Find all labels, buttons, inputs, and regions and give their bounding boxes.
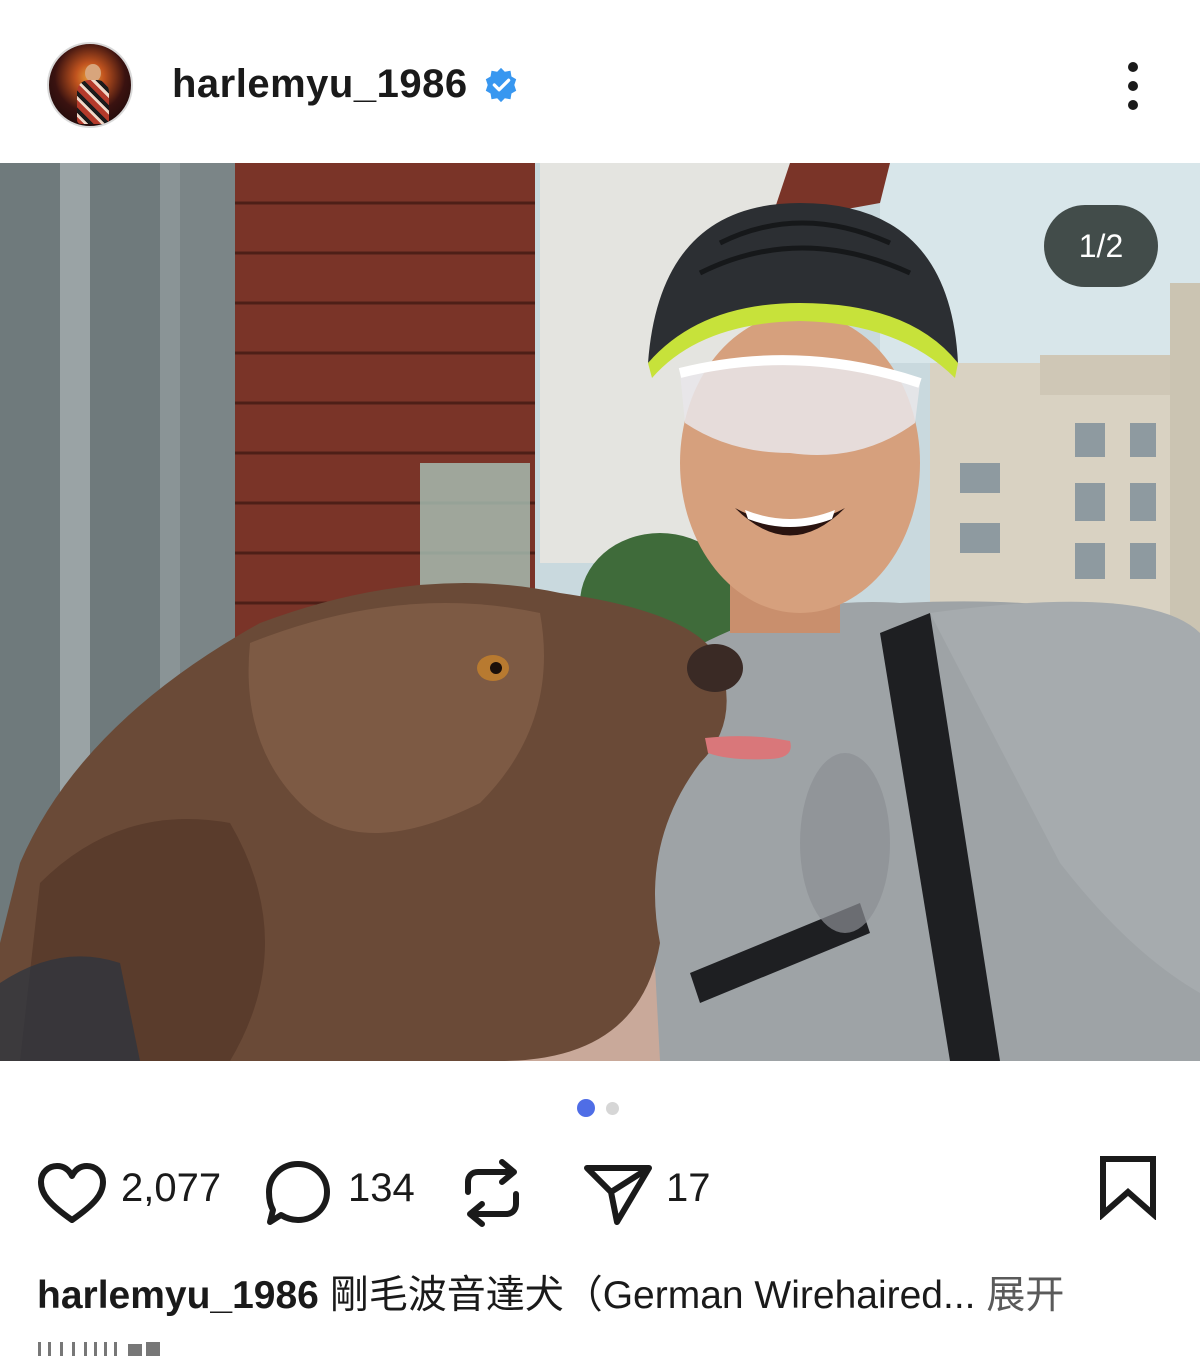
- post-username[interactable]: harlemyu_1986: [172, 62, 468, 107]
- carousel-indicator: [0, 1098, 1200, 1118]
- bookmark-icon[interactable]: [1098, 1154, 1158, 1220]
- more-options-icon[interactable]: [1118, 58, 1150, 114]
- profile-avatar[interactable]: [47, 42, 133, 128]
- carousel-dot[interactable]: [606, 1102, 619, 1115]
- verified-badge-icon: [485, 67, 517, 103]
- send-icon[interactable]: [583, 1160, 653, 1226]
- comment-bubble-icon[interactable]: [264, 1158, 334, 1228]
- post-caption: harlemyu_1986 剛毛波音達犬（German Wirehaired..…: [37, 1264, 1177, 1320]
- repost-icon[interactable]: [460, 1156, 524, 1230]
- carousel-dot-active[interactable]: [577, 1099, 595, 1117]
- post-header: harlemyu_1986: [0, 0, 1200, 163]
- avatar-figure: [77, 80, 109, 124]
- caption-text: 剛毛波音達犬（German Wirehaired...: [329, 1274, 976, 1317]
- slide-counter: 1/2: [1044, 205, 1158, 287]
- heart-outline-icon[interactable]: [37, 1162, 107, 1226]
- comments-count: 134: [348, 1166, 415, 1210]
- photo-illustration: [0, 163, 1200, 1061]
- post-photo[interactable]: [0, 163, 1200, 1061]
- likes-count: 2,077: [121, 1166, 222, 1210]
- caption-expand-link[interactable]: 展开: [986, 1274, 1064, 1317]
- partial-text-fragment: [38, 1342, 160, 1356]
- next-row-partial: [38, 1338, 162, 1356]
- caption-username[interactable]: harlemyu_1986: [37, 1274, 319, 1317]
- shares-count: 17: [666, 1166, 711, 1210]
- action-bar: 2,077 134 17: [0, 1150, 1200, 1240]
